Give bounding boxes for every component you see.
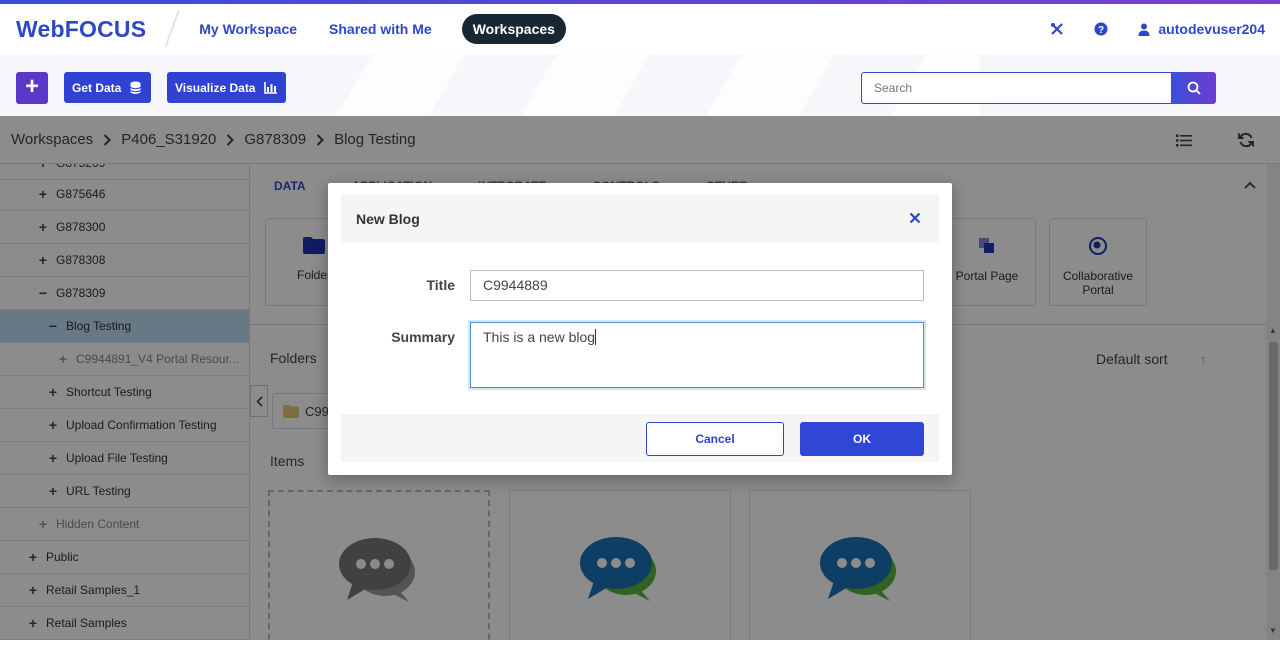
nav-my-workspace[interactable]: My Workspace <box>199 21 297 37</box>
database-icon <box>130 81 142 94</box>
dialog-header: New Blog <box>341 195 939 243</box>
top-right-controls: ? autodevuser204 <box>1020 4 1265 54</box>
search-icon <box>1187 81 1201 95</box>
user-name: autodevuser204 <box>1158 21 1265 37</box>
search-button[interactable] <box>1171 72 1216 104</box>
visualize-data-button[interactable]: Visualize Data <box>167 72 286 103</box>
get-data-button[interactable]: Get Data <box>64 72 151 103</box>
app-root: WebFOCUS My Workspace Shared with Me Wor… <box>0 0 1280 645</box>
svg-text:?: ? <box>1098 25 1104 36</box>
summary-label: Summary <box>391 329 455 345</box>
top-nav-bar: WebFOCUS My Workspace Shared with Me Wor… <box>0 4 1280 54</box>
dialog-footer: Cancel OK <box>341 414 939 462</box>
create-new-button[interactable]: + <box>16 72 48 104</box>
help-icon[interactable]: ? <box>1094 22 1108 36</box>
chart-icon <box>264 81 278 94</box>
new-blog-dialog: New Blog Title C9944889 Summary This is … <box>328 183 952 475</box>
action-toolbar: + Get Data Visualize Data Search <box>0 54 1280 116</box>
summary-textarea[interactable]: This is a new blog <box>470 322 924 388</box>
user-menu[interactable]: autodevuser204 <box>1138 21 1265 37</box>
close-icon[interactable] <box>909 211 921 229</box>
nav-shared-with-me[interactable]: Shared with Me <box>329 21 432 37</box>
tools-icon[interactable] <box>1050 22 1064 36</box>
user-icon <box>1138 23 1150 36</box>
cancel-button[interactable]: Cancel <box>646 422 784 456</box>
title-label: Title <box>426 277 455 293</box>
nav-workspaces[interactable]: Workspaces <box>461 14 566 44</box>
logo-divider <box>164 11 180 47</box>
ok-button[interactable]: OK <box>800 422 924 456</box>
dialog-title: New Blog <box>356 211 420 227</box>
search-input[interactable]: Search <box>861 72 1172 104</box>
title-input[interactable]: C9944889 <box>470 270 924 301</box>
app-logo: WebFOCUS <box>16 15 147 42</box>
